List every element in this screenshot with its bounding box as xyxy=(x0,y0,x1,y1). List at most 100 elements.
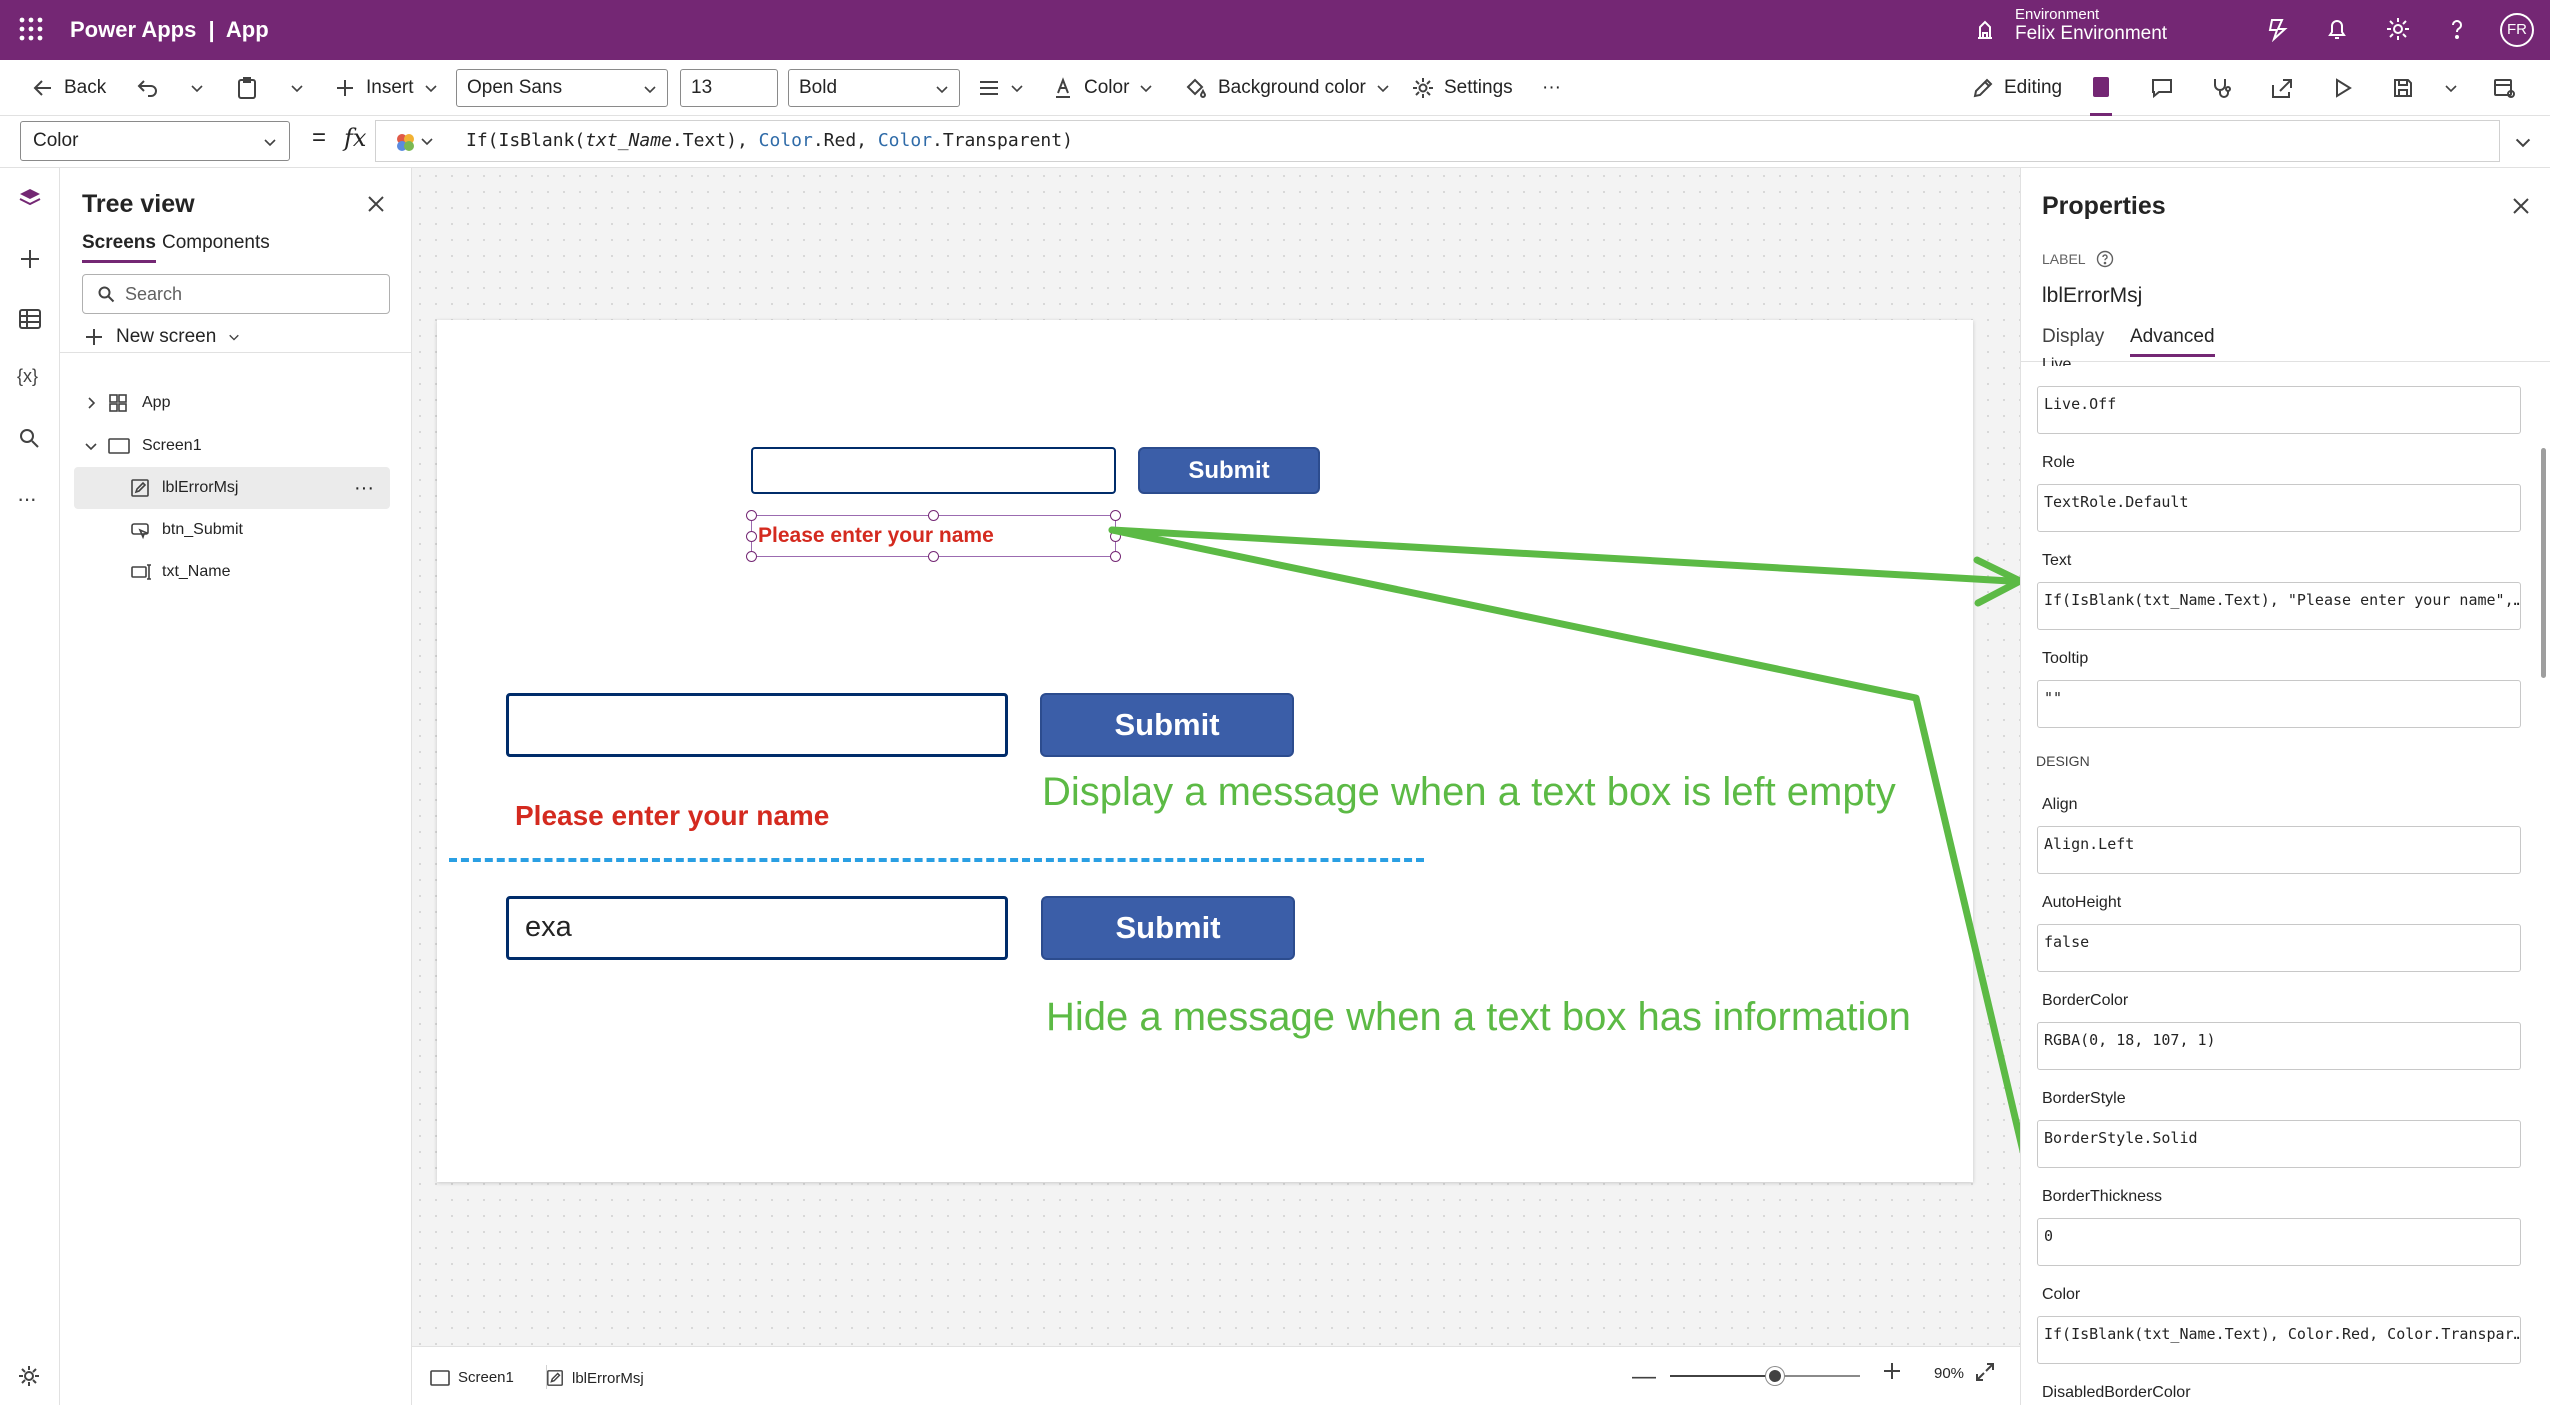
tree-item-screen1[interactable]: Screen1 xyxy=(74,425,390,467)
lblerrormsj-selection[interactable]: Please enter your name xyxy=(746,510,1121,562)
resize-handle[interactable] xyxy=(746,510,757,521)
undo-dropdown[interactable] xyxy=(190,60,204,116)
editing-label: Editing xyxy=(2004,77,2063,98)
zoom-in-button[interactable] xyxy=(1882,1361,1902,1381)
resize-handle[interactable] xyxy=(746,551,757,562)
new-screen-button[interactable]: New screen xyxy=(84,320,240,354)
app-checker-button[interactable] xyxy=(2090,60,2112,116)
formula-part: .Transparent) xyxy=(932,130,1073,151)
insert-button[interactable]: Insert xyxy=(334,60,438,116)
more-commands-button[interactable]: ··· xyxy=(1542,60,1561,116)
text-align-button[interactable] xyxy=(978,60,1024,116)
back-button[interactable]: Back xyxy=(32,60,106,116)
close-icon xyxy=(2513,198,2529,214)
help-circle-icon[interactable] xyxy=(2096,250,2114,268)
property-select[interactable]: Color xyxy=(20,121,290,161)
search-icon[interactable] xyxy=(17,426,41,450)
property-value-align[interactable]: Align.Left xyxy=(2037,826,2521,874)
resize-handle[interactable] xyxy=(928,551,939,562)
button-control-icon xyxy=(131,523,150,540)
more-ellipsis-icon[interactable]: ··· xyxy=(17,486,37,512)
tree-item-app[interactable]: App xyxy=(74,382,390,424)
plus-icon xyxy=(86,329,102,345)
fit-to-window-button[interactable] xyxy=(1974,1361,1996,1383)
font-size-input[interactable]: 13 xyxy=(680,69,778,107)
example-input-empty xyxy=(506,693,1008,757)
close-tree-button[interactable] xyxy=(366,194,386,214)
property-value-tooltip[interactable]: "" xyxy=(2037,680,2521,728)
editing-mode-button[interactable]: Editing xyxy=(1972,60,2062,116)
resize-handle[interactable] xyxy=(1110,551,1121,562)
settings-gear-icon[interactable] xyxy=(2385,16,2411,42)
resize-handle[interactable] xyxy=(1110,531,1121,542)
share-button[interactable] xyxy=(2270,60,2294,116)
copilot-icon[interactable] xyxy=(2264,16,2290,42)
property-value-borderthickness[interactable]: 0 xyxy=(2037,1218,2521,1266)
tree-search-input[interactable]: Search xyxy=(82,274,390,314)
close-properties-button[interactable] xyxy=(2511,196,2531,216)
save-dropdown[interactable] xyxy=(2444,60,2458,116)
resize-handle[interactable] xyxy=(928,510,939,521)
item-more-icon[interactable]: ··· xyxy=(354,477,374,500)
undo-button[interactable] xyxy=(136,60,160,116)
property-value-live[interactable]: Live.Off xyxy=(2037,386,2521,434)
comments-button[interactable] xyxy=(2150,60,2174,116)
tab-advanced[interactable]: Advanced xyxy=(2130,326,2215,357)
screen-canvas[interactable]: Submit Please enter your name Submit Ple… xyxy=(437,320,1973,1182)
property-value-bordercolor[interactable]: RGBA(0, 18, 107, 1) xyxy=(2037,1022,2521,1070)
property-value-color[interactable]: If(IsBlank(txt_Name.Text), Color.Red, Co… xyxy=(2037,1316,2521,1364)
insert-plus-icon[interactable] xyxy=(17,246,43,272)
properties-scrollbar[interactable] xyxy=(2541,448,2546,678)
resize-handle[interactable] xyxy=(746,531,757,542)
property-value-text[interactable]: If(IsBlank(txt_Name.Text), "Please enter… xyxy=(2037,582,2521,630)
property-label-disabledbordercolor: DisabledBorderColor xyxy=(2042,1384,2191,1401)
share-icon xyxy=(2272,79,2292,98)
font-weight-select[interactable]: Bold xyxy=(788,69,960,107)
health-monitor-button[interactable] xyxy=(2210,60,2234,116)
publish-button[interactable] xyxy=(2492,60,2516,116)
expand-icon xyxy=(1976,1363,1994,1381)
zoom-slider-track[interactable] xyxy=(1670,1367,1860,1385)
notifications-icon[interactable] xyxy=(2324,16,2350,42)
background-color-button[interactable]: Background color xyxy=(1184,60,1390,116)
tree-item-txt-name[interactable]: txt_Name xyxy=(74,551,390,593)
properties-title: Properties xyxy=(2042,192,2166,220)
paste-dropdown[interactable] xyxy=(290,60,304,116)
color-button[interactable]: Color xyxy=(1052,60,1153,116)
tree-item-lblerrormsj[interactable]: lblErrorMsj ··· xyxy=(74,467,390,509)
zoom-out-button[interactable]: — xyxy=(1632,1363,1656,1391)
insert-label: Insert xyxy=(366,77,414,98)
property-value-autoheight[interactable]: false xyxy=(2037,924,2521,972)
avatar[interactable]: FR xyxy=(2500,13,2534,47)
zoom-slider-thumb[interactable] xyxy=(1765,1367,1784,1385)
property-value-role[interactable]: TextRole.Default xyxy=(2037,484,2521,532)
data-table-icon[interactable] xyxy=(17,306,43,332)
help-icon[interactable] xyxy=(2444,16,2470,42)
property-value-borderstyle[interactable]: BorderStyle.Solid xyxy=(2037,1120,2521,1168)
variables-icon[interactable]: {x} xyxy=(17,366,38,387)
breadcrumb-control[interactable]: lblErrorMsj xyxy=(546,1369,644,1387)
tab-components[interactable]: Components xyxy=(162,232,270,260)
btn-submit[interactable]: Submit xyxy=(1138,447,1320,494)
tab-display[interactable]: Display xyxy=(2042,326,2104,348)
environment-picker[interactable]: Environment Felix Environment xyxy=(2015,6,2167,44)
formula-input[interactable]: If(IsBlank(txt_Name.Text), Color.Red, Co… xyxy=(375,120,2500,162)
app-launcher-icon[interactable] xyxy=(18,16,44,42)
tree-view-layers-icon[interactable] xyxy=(17,186,43,212)
preview-button[interactable] xyxy=(2332,60,2354,116)
copilot-formula-icon[interactable] xyxy=(394,131,438,153)
expand-formula-button[interactable] xyxy=(2514,133,2532,151)
resize-handle[interactable] xyxy=(1110,510,1121,521)
tab-screens[interactable]: Screens xyxy=(82,232,156,263)
txt-name-input[interactable] xyxy=(751,447,1116,494)
breadcrumb-screen[interactable]: Screen1 xyxy=(430,1369,514,1386)
save-button[interactable] xyxy=(2392,60,2414,116)
settings-button[interactable]: Settings xyxy=(1412,60,1513,116)
save-icon xyxy=(2394,79,2412,97)
font-family-select[interactable]: Open Sans xyxy=(456,69,668,107)
tree-item-btn-submit[interactable]: btn_Submit xyxy=(74,509,390,551)
divider xyxy=(2021,361,2550,362)
settings-gear-icon[interactable] xyxy=(17,1364,41,1388)
paste-button[interactable] xyxy=(236,60,258,116)
close-icon xyxy=(368,196,384,212)
